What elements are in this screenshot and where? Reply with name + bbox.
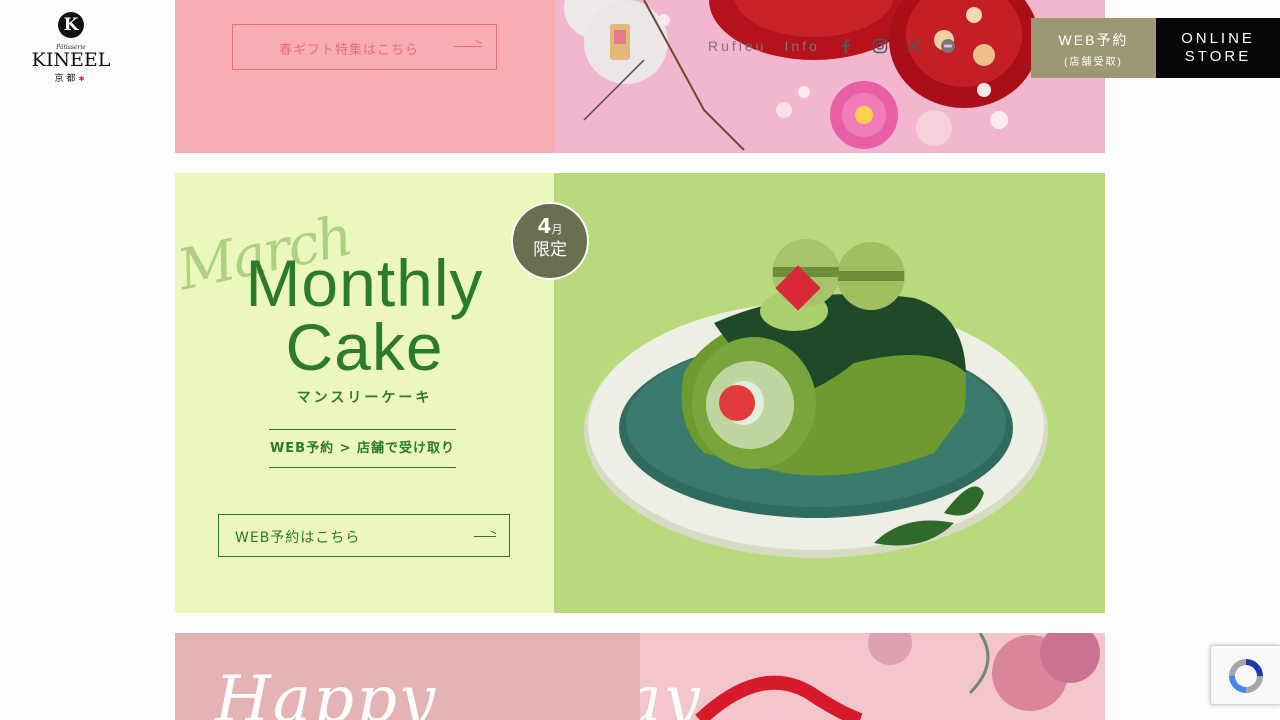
line-icon[interactable] [940, 38, 956, 54]
web-reserve-sublabel: (店舗受取) [1064, 57, 1123, 68]
spring-gift-button[interactable]: 春ギフト特集はこちら [232, 24, 497, 70]
april-limited: 限定 [533, 240, 567, 260]
spring-sweets-image [554, 0, 1105, 153]
april-unit: 月 [551, 223, 563, 236]
online-store-button[interactable]: ONLINE STORE [1156, 18, 1280, 78]
happy-script: Happy [215, 663, 438, 720]
online-store-line1: ONLINE [1181, 30, 1255, 47]
nav-link-rufleu[interactable]: Rufleu [708, 38, 766, 54]
recaptcha-badge[interactable] [1210, 645, 1280, 705]
monthly-web-reserve-label: WEB予約はこちら [235, 530, 361, 546]
matcha-roll-cake-image [554, 173, 1105, 613]
web-reserve-button[interactable]: WEB予約 (店舗受取) [1031, 18, 1156, 78]
monthly-web-reserve-button[interactable]: WEB予約はこちら [218, 514, 510, 557]
monthly-cake-subtitle: マンスリーケーキ [296, 390, 433, 406]
site-logo[interactable]: K Pâtisserie KINEEL 京都✱ [28, 12, 114, 84]
monthly-cake-panel: March Monthly Cake マンスリーケーキ WEB予約 > 店舗で受… [175, 173, 554, 613]
spring-gift-button-label: 春ギフト特集はこちら [279, 43, 420, 58]
logo-name: KINEEL [31, 49, 111, 71]
monthly-cake-photo [554, 173, 1105, 613]
web-reserve-label: WEB予約 [1058, 32, 1129, 48]
facebook-icon[interactable] [838, 38, 854, 54]
title-line2: Cake [285, 310, 444, 384]
spring-gift-panel: 春ギフト特集はこちら [175, 0, 554, 153]
note-web: WEB予約 [269, 441, 335, 456]
april-num: 4 [537, 214, 552, 238]
note-pickup: 店舗で受け取り [357, 441, 456, 456]
arrow-right-icon [474, 536, 496, 537]
chevron-right-icon: > [339, 441, 358, 456]
logo-dot-icon: ✱ [78, 75, 88, 83]
logo-kyoto: 京都✱ [28, 71, 114, 84]
spring-gift-photo [554, 0, 1105, 153]
mothers-day-left-panel: Happy [175, 633, 640, 720]
recaptcha-icon [1229, 659, 1263, 693]
carnation-ribbon-image [640, 633, 1105, 720]
title-line1: Monthly [245, 246, 484, 320]
logo-mark-icon: K [58, 12, 84, 38]
day-script: Day [640, 663, 702, 720]
april-limited-badge: 4月 限定 [511, 202, 589, 280]
logo-kyoto-text: 京都 [54, 74, 79, 84]
nav-link-info[interactable]: Info [784, 38, 819, 54]
mothers-day-photo: Day [640, 633, 1105, 720]
online-store-line2: STORE [1184, 48, 1252, 65]
header-nav: Rufleu Info [708, 38, 956, 54]
monthly-cake-title: Monthly Cake [175, 250, 554, 384]
arrow-right-icon [454, 46, 482, 47]
web-reserve-pickup-note: WEB予約 > 店舗で受け取り [269, 429, 456, 468]
instagram-icon[interactable] [872, 38, 888, 54]
x-icon[interactable] [906, 38, 922, 54]
